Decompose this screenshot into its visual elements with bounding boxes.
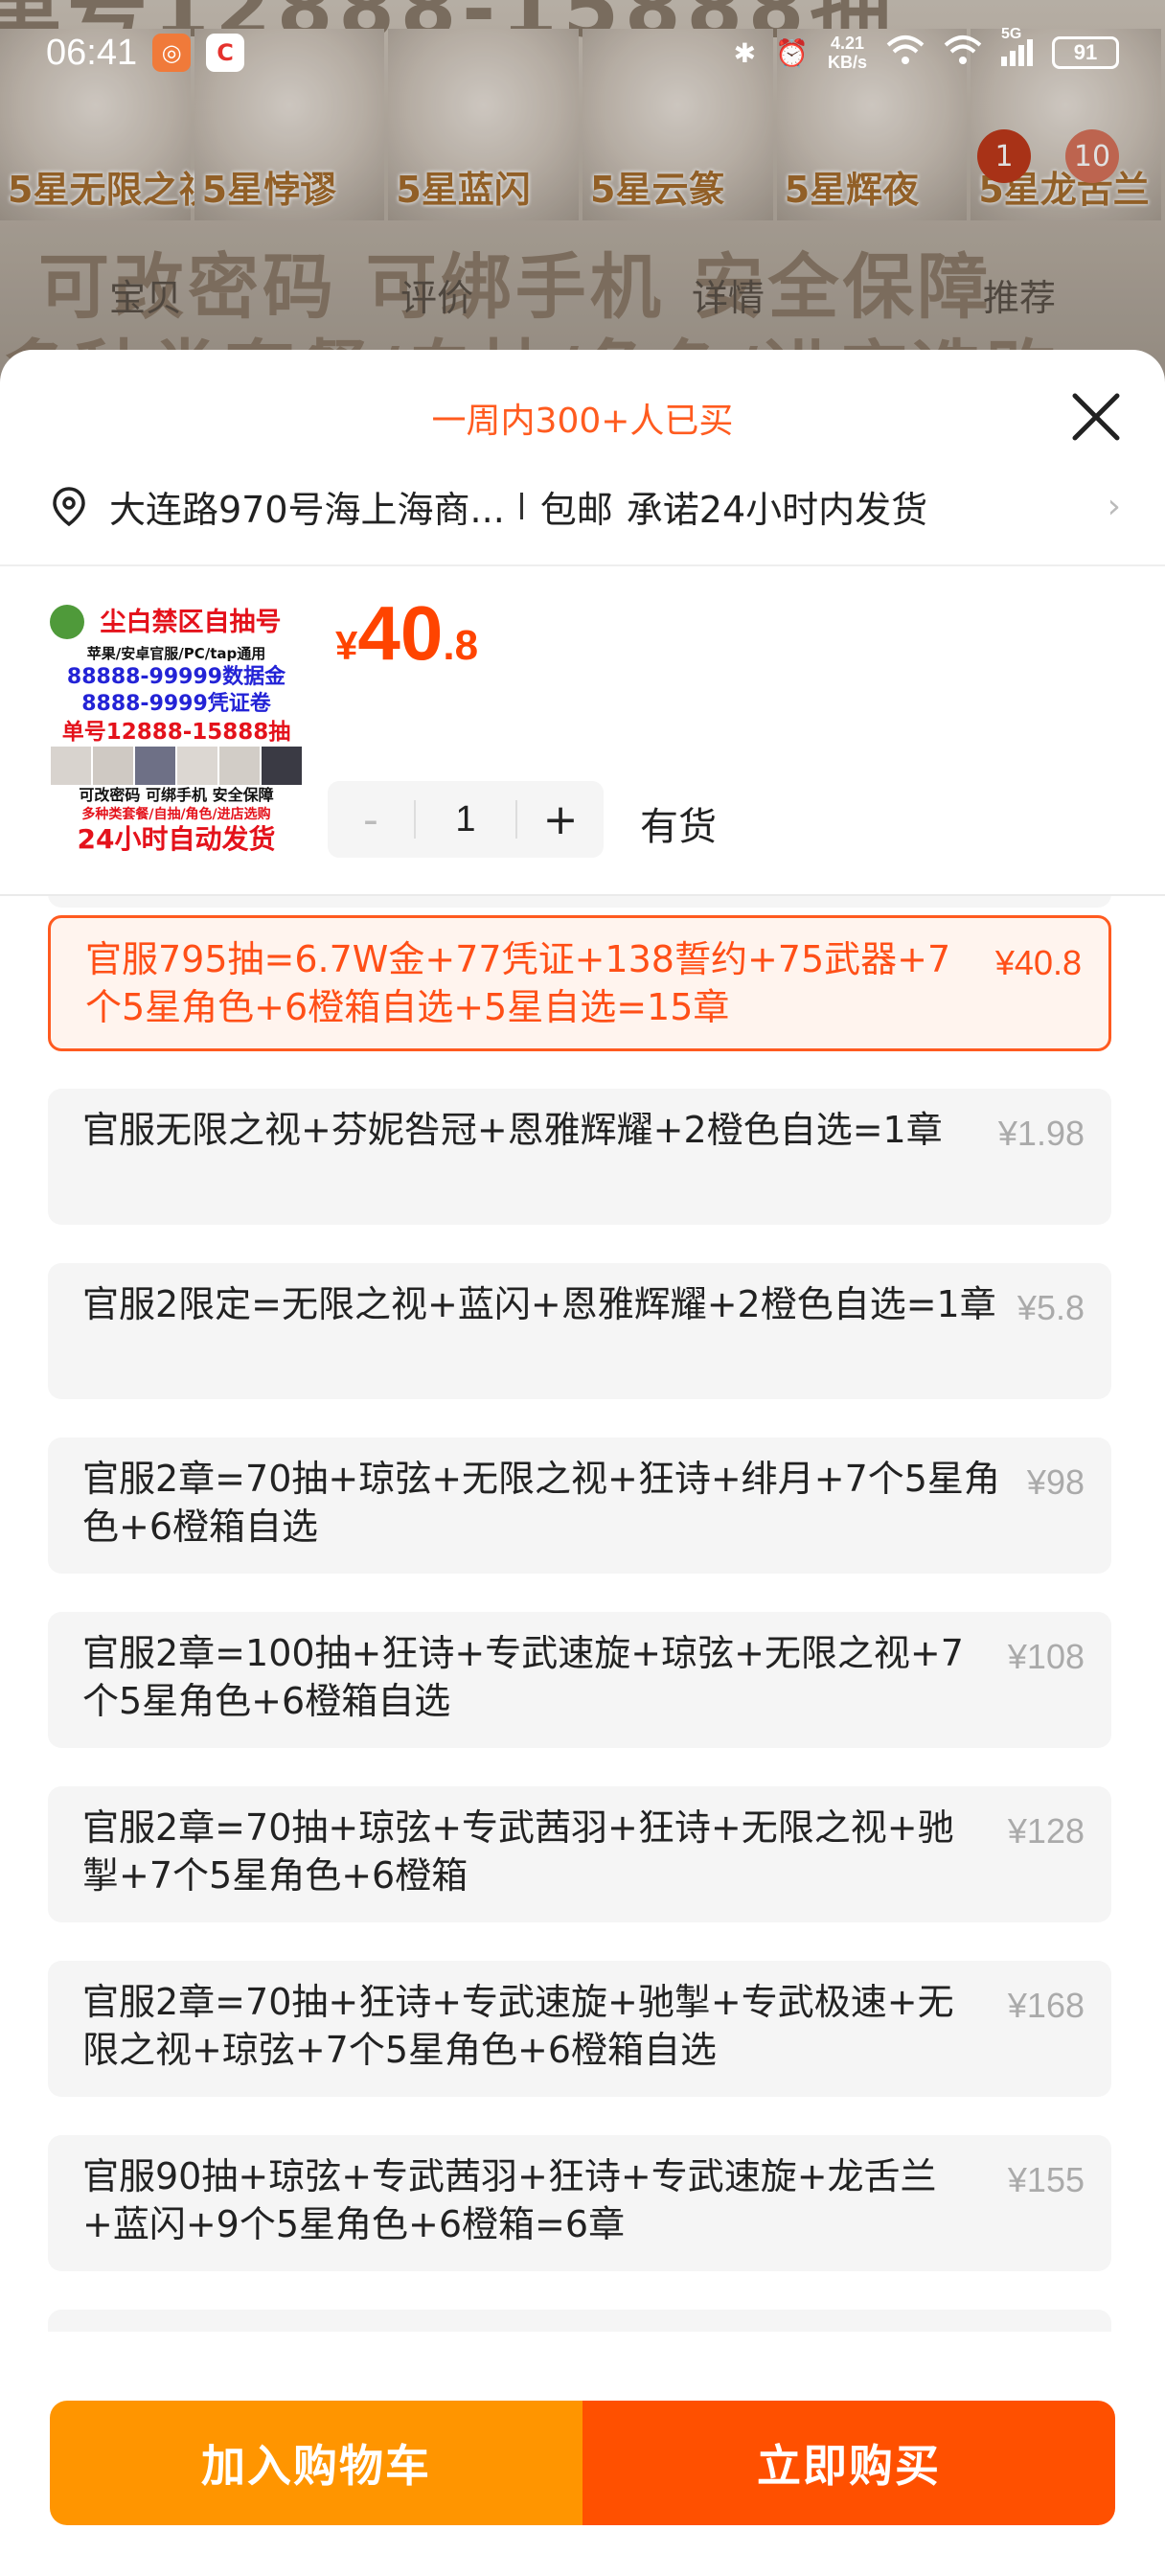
sku-option-selected[interactable]: 官服795抽=6.7W金+77凭证+138誓约+75武器+7个5星角色+6橙箱自… <box>48 915 1111 1051</box>
shipping-address-row[interactable]: 大连路970号海上海商... 包邮 承诺24小时内发货 › <box>48 472 1121 540</box>
network-speed: 4.21 KB/s <box>827 34 867 72</box>
wifi-icon <box>886 34 925 73</box>
thumbnail-characters <box>48 747 305 785</box>
sku-option[interactable]: 官服无限之视+芬妮咎冠+恩雅辉耀+2橙色自选=1章 ¥1.98 <box>48 1089 1111 1225</box>
sku-option[interactable]: 官服2限定=无限之视+蓝闪+恩雅辉耀+2橙色自选=1章 ¥5.8 <box>48 1263 1111 1399</box>
add-to-cart-button[interactable]: 加入购物车 <box>50 2401 582 2525</box>
sku-option-list[interactable]: 官服795抽=6.7W金+77凭证+138誓约+75武器+7个5星角色+6橙箱自… <box>0 896 1165 2334</box>
address-text: 大连路970号海上海商... <box>109 488 505 531</box>
sku-option[interactable]: 官服2章=100抽+狂诗+专武速旋+琼弦+无限之视+7个5星角色+6橙箱自选 ¥… <box>48 1612 1111 1748</box>
bluetooth-icon: ✱ <box>733 37 757 68</box>
quantity-stepper: - 1 + <box>328 781 604 858</box>
wifi-icon <box>944 34 982 73</box>
chevron-right-icon: › <box>1107 486 1121 526</box>
status-icons: ✱ ⏰ 4.21 KB/s 5G 91 <box>733 26 1119 73</box>
frog-logo-icon <box>50 605 84 639</box>
product-thumbnail[interactable]: 尘白禁区自抽号 苹果/安卓官服/PC/tap通用 88888-99999数据金 … <box>48 603 305 860</box>
sku-option[interactable]: 官服2章=70抽+琼弦+无限之视+狂诗+绯月+7个5星角色+6橙箱自选 ¥98 <box>48 1438 1111 1574</box>
stock-status: 有货 <box>640 805 717 849</box>
notification-app-icon: ◎ <box>152 34 192 72</box>
decrease-button[interactable]: - <box>328 795 414 844</box>
sku-option[interactable]: 官服90抽+琼弦+专武茜羽+狂诗+专武速旋+龙舌兰+蓝闪+9个5星角色+6橙箱=… <box>48 2135 1111 2271</box>
buy-now-button[interactable]: 立即购买 <box>582 2401 1115 2525</box>
increase-button[interactable]: + <box>517 795 604 844</box>
close-button[interactable] <box>1065 386 1127 448</box>
divider <box>0 564 1165 566</box>
close-icon <box>1072 393 1120 441</box>
sku-selector-sheet: 一周内300+人已买 大连路970号海上海商... 包邮 承诺24小时内发货 ›… <box>0 350 1165 2576</box>
status-bar: 06:41 ◎ C ✱ ⏰ 4.21 KB/s 5G 91 <box>0 0 1165 105</box>
quantity-value[interactable]: 1 <box>414 800 517 839</box>
selected-price: ¥40.8 <box>335 590 479 676</box>
alarm-icon: ⏰ <box>775 37 809 68</box>
sku-option-partial <box>48 2310 1111 2334</box>
sku-option[interactable]: 官服2章=70抽+琼弦+专武茜羽+狂诗+无限之视+驰掣+7个5星角色+6橙箱 ¥… <box>48 1786 1111 1922</box>
cellular-signal-icon: 5G <box>1001 26 1033 66</box>
location-pin-icon <box>53 487 85 527</box>
divider <box>519 493 523 519</box>
clock: 06:41 <box>46 32 138 73</box>
notification-app-icon: C <box>206 34 245 72</box>
shipping-text: 包邮 <box>539 488 613 531</box>
delivery-promise: 承诺24小时内发货 <box>626 488 928 531</box>
sales-count-text: 一周内300+人已买 <box>431 402 734 441</box>
battery-indicator: 91 <box>1052 36 1119 69</box>
list-item-partial <box>48 896 1111 908</box>
sku-option[interactable]: 官服2章=70抽+狂诗+专武速旋+驰掣+专武极速+无限之视+琼弦+7个5星角色+… <box>48 1961 1111 2097</box>
